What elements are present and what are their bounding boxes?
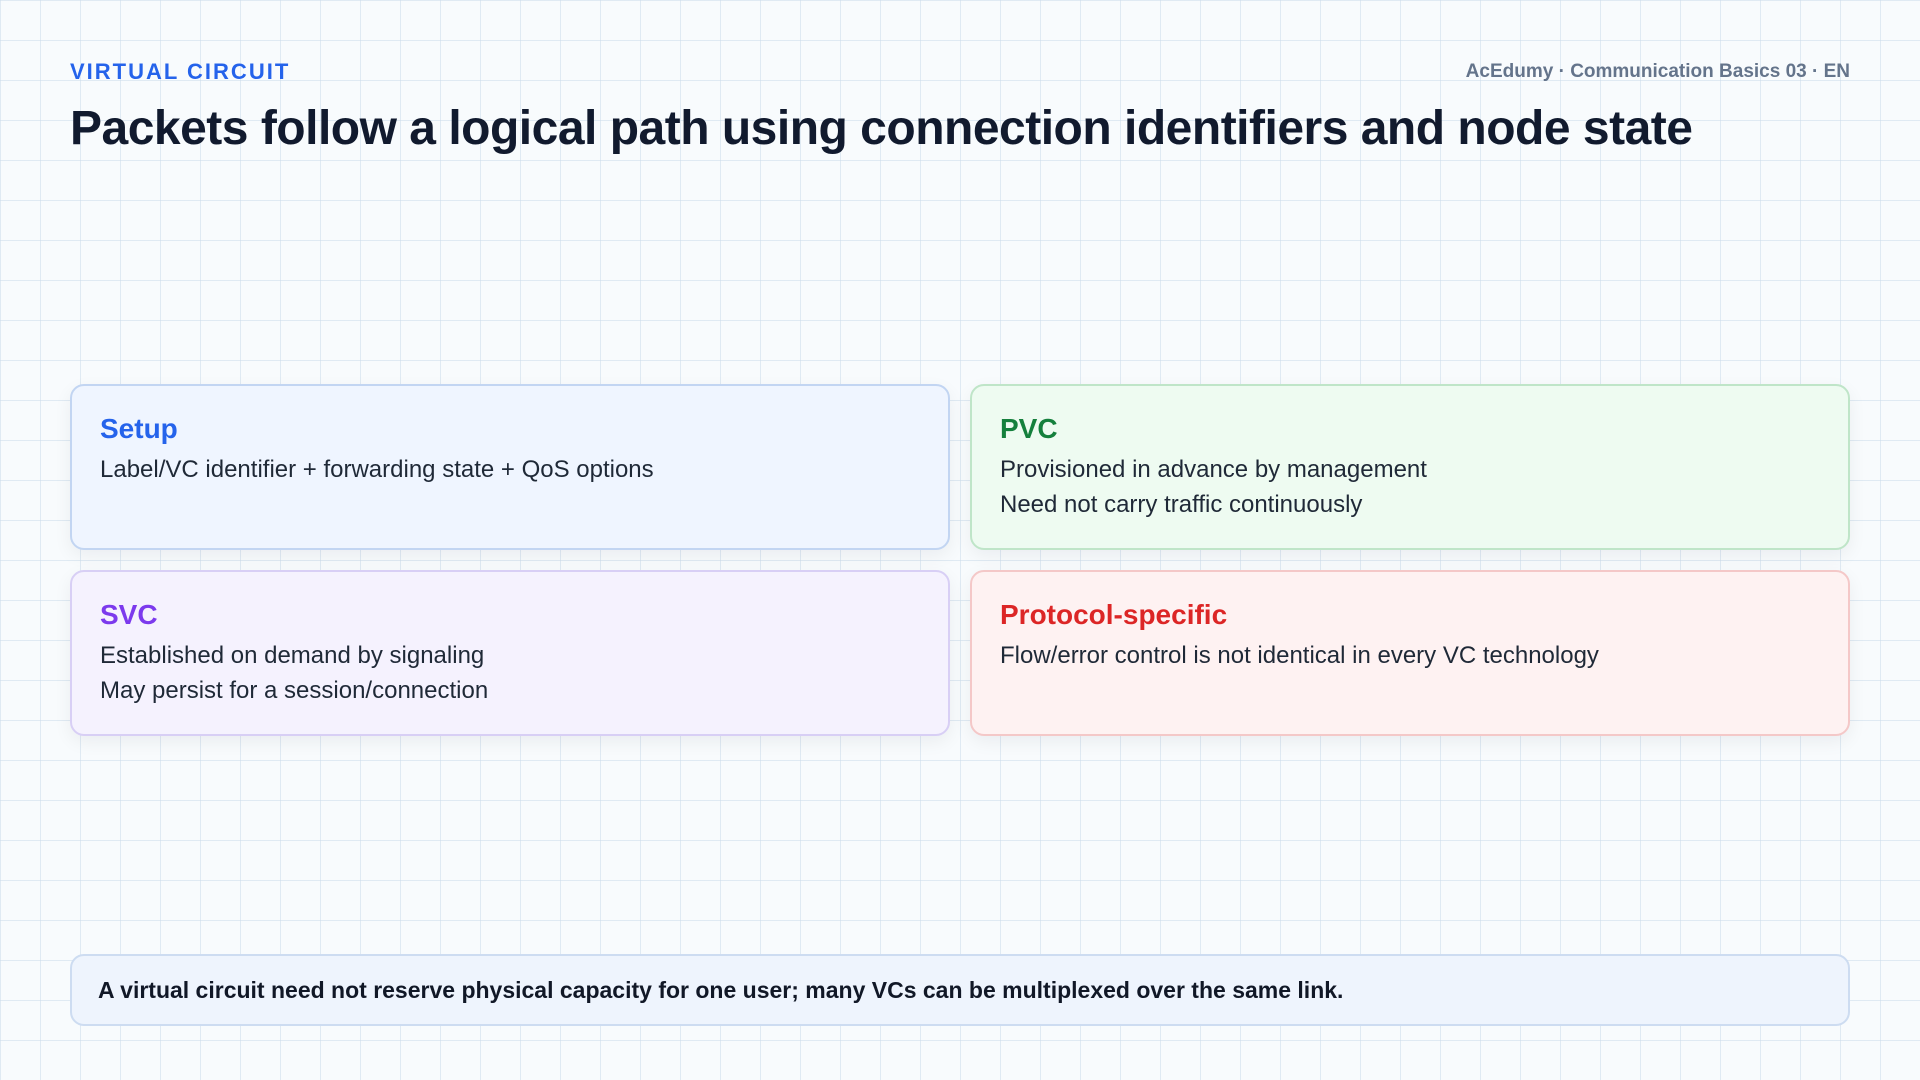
svc-card: SVC Established on demand by signaling M…: [70, 570, 950, 736]
course-meta: AcEdumy · Communication Basics 03 · EN: [1465, 61, 1850, 82]
section-kicker: VIRTUAL CIRCUIT: [70, 59, 291, 84]
setup-card-line-1: Label/VC identifier + forwarding state +…: [100, 456, 654, 483]
svc-card-title: SVC: [100, 599, 158, 630]
setup-card-title: Setup: [100, 413, 178, 444]
protocol-specific-card: Protocol-specific Flow/error control is …: [970, 570, 1850, 736]
pvc-card-line-1: Provisioned in advance by management: [1000, 456, 1427, 483]
protocol-specific-card-line-1: Flow/error control is not identical in e…: [1000, 642, 1599, 669]
footer-note-text: A virtual circuit need not reserve physi…: [98, 976, 1344, 1003]
pvc-card-line-2: Need not carry traffic continuously: [1000, 491, 1363, 518]
page-title: Packets follow a logical path using conn…: [70, 102, 1693, 155]
svc-card-line-1: Established on demand by signaling: [100, 642, 485, 669]
svc-card-line-2: May persist for a session/connection: [100, 677, 489, 704]
protocol-specific-card-title: Protocol-specific: [1000, 599, 1228, 630]
footer-note: A virtual circuit need not reserve physi…: [70, 954, 1850, 1026]
pvc-card: PVC Provisioned in advance by management…: [970, 384, 1850, 550]
pvc-card-title: PVC: [1000, 413, 1058, 444]
setup-card: Setup Label/VC identifier + forwarding s…: [70, 384, 950, 550]
